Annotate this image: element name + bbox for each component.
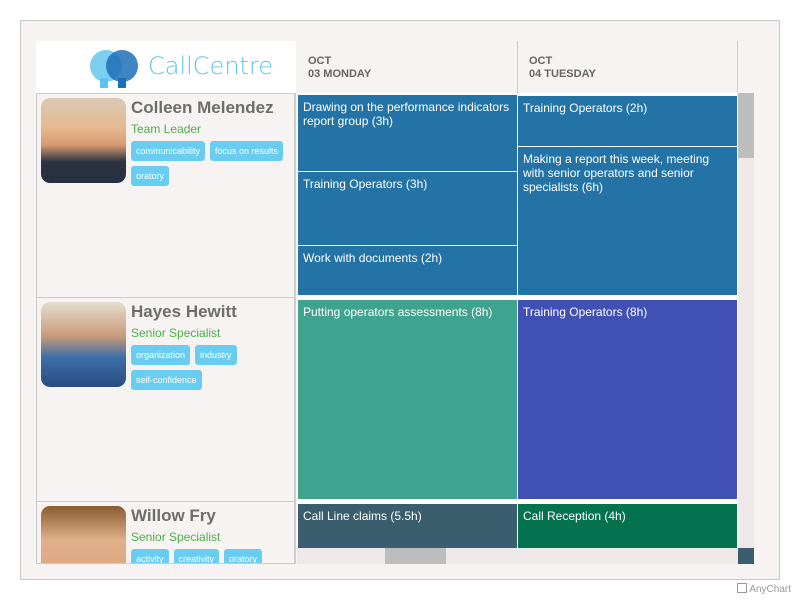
- skill-tag: organization: [131, 345, 191, 365]
- logo-text: CallCentre: [148, 52, 274, 80]
- avatar: [41, 98, 126, 183]
- task-block[interactable]: Making a report this week, meeting with …: [518, 147, 737, 295]
- logo: CallCentre: [36, 41, 296, 95]
- skill-tags: organization industry self-confidence: [131, 345, 294, 390]
- skill-tag: communicability: [131, 141, 206, 161]
- skill-tags: activity creativity oratory: [131, 549, 294, 563]
- skill-tag: creativity: [173, 549, 220, 563]
- person-row-willow[interactable]: Willow Fry Senior Specialist activity cr…: [36, 501, 296, 564]
- anychart-credit[interactable]: AnyChart: [737, 583, 791, 595]
- person-row-hayes[interactable]: Hayes Hewitt Senior Specialist organizat…: [36, 297, 296, 502]
- task-block[interactable]: Putting operators assessments (8h): [298, 300, 517, 499]
- column-day: 03 MONDAY: [308, 68, 372, 80]
- task-block[interactable]: Call Reception (4h): [518, 504, 737, 548]
- task-block[interactable]: Call Line claims (5.5h): [298, 504, 517, 548]
- chart-icon: [737, 583, 748, 593]
- person-name: Hayes Hewitt: [131, 302, 237, 321]
- skill-tags: communicability focus on results oratory: [131, 141, 294, 186]
- vertical-scrollbar[interactable]: [738, 93, 754, 548]
- person-role: Senior Specialist: [131, 326, 221, 340]
- avatar: [41, 302, 126, 387]
- task-block[interactable]: Training Operators (3h): [298, 172, 517, 245]
- column-header-tuesday: OCT 04 TUESDAY: [518, 41, 738, 93]
- vertical-scroll-thumb[interactable]: [738, 93, 754, 158]
- column-day: 04 TUESDAY: [529, 68, 596, 80]
- task-block[interactable]: Drawing on the performance indicators re…: [298, 95, 517, 171]
- person-role: Senior Specialist: [131, 530, 221, 544]
- headset-people-icon: [90, 50, 138, 88]
- column-month: OCT: [529, 55, 553, 67]
- person-name: Colleen Melendez: [131, 98, 274, 117]
- horizontal-scroll-thumb[interactable]: [385, 548, 446, 564]
- column-header-monday: OCT 03 MONDAY: [297, 41, 518, 93]
- skill-tag: activity: [131, 549, 169, 563]
- person-name: Willow Fry: [131, 506, 216, 525]
- horizontal-scrollbar[interactable]: [297, 548, 738, 564]
- task-block[interactable]: Training Operators (8h): [518, 300, 737, 499]
- person-row-colleen[interactable]: Colleen Melendez Team Leader communicabi…: [36, 93, 296, 298]
- task-block[interactable]: Training Operators (2h): [518, 96, 737, 146]
- task-block[interactable]: Work with documents (2h): [298, 246, 517, 295]
- scroll-corner: [738, 548, 754, 564]
- skill-tag: self-confidence: [131, 370, 202, 390]
- person-role: Team Leader: [131, 122, 202, 136]
- skill-tag: industry: [195, 345, 237, 365]
- skill-tag: focus on results: [210, 141, 284, 161]
- avatar: [41, 506, 126, 563]
- skill-tag: oratory: [131, 166, 170, 186]
- skill-tag: oratory: [224, 549, 263, 563]
- credit-text: AnyChart: [749, 584, 791, 595]
- column-month: OCT: [308, 55, 332, 67]
